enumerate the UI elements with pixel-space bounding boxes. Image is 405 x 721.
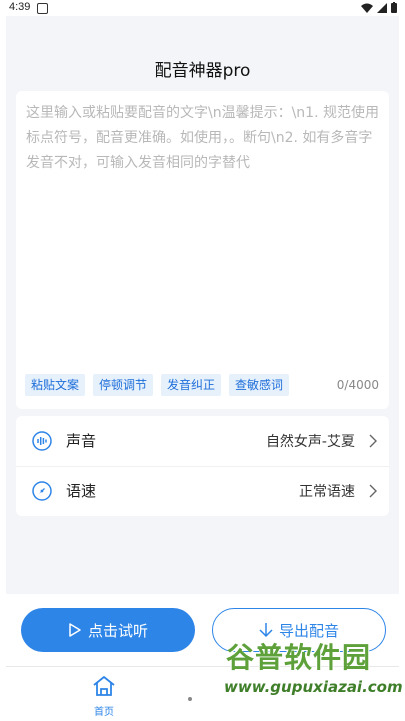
preview-button[interactable]: 点击试听 <box>21 608 195 652</box>
pause-adjust-button[interactable]: 停顿调节 <box>93 374 154 396</box>
status-icons <box>361 2 397 13</box>
chevron-right-icon <box>369 484 377 498</box>
home-icon <box>93 676 115 696</box>
page-indicator-dot <box>188 697 192 701</box>
voice-label: 声音 <box>66 432 97 450</box>
watermark-url: www.gupuxiazai.com <box>224 678 403 696</box>
tab-home-label: 首页 <box>94 707 114 718</box>
title-bar: 配音神器pro <box>6 16 399 90</box>
wifi-icon <box>361 3 373 13</box>
settings-card: 声音 自然女声-艾夏 语速 正常语速 <box>16 416 389 516</box>
status-bar: 4:39 <box>0 0 405 16</box>
text-input[interactable]: 这里输入或粘贴要配音的文字\n温馨提示：\n1. 规范使用标点符号，配音更准确。… <box>26 101 381 176</box>
pronunciation-fix-button[interactable]: 发音纠正 <box>161 374 222 396</box>
paste-text-button[interactable]: 粘贴文案 <box>25 374 86 396</box>
sensitive-word-check-button[interactable]: 查敏感词 <box>229 374 290 396</box>
editor-toolbar: 粘贴文案 停顿调节 发音纠正 查敏感词 <box>25 374 290 396</box>
play-icon <box>69 623 81 637</box>
sound-wave-icon <box>32 431 52 451</box>
notification-icon <box>37 3 48 14</box>
voice-setting-row[interactable]: 声音 自然女声-艾夏 <box>16 416 389 467</box>
preview-button-label: 点击试听 <box>87 621 148 640</box>
speed-setting-row[interactable]: 语速 正常语速 <box>16 466 389 516</box>
tab-home[interactable]: 首页 <box>82 675 126 718</box>
speed-value: 正常语速 <box>299 484 355 500</box>
chevron-right-icon <box>369 434 377 448</box>
speed-label: 语速 <box>66 482 97 500</box>
app-screen: 配音神器pro 这里输入或粘贴要配音的文字\n温馨提示：\n1. 规范使用标点符… <box>6 16 399 721</box>
char-count: 0/4000 <box>336 378 379 392</box>
voice-value: 自然女声-艾夏 <box>265 434 355 450</box>
watermark-text: 谷普软件园 <box>226 641 372 674</box>
signal-icon <box>377 2 387 13</box>
text-editor-card[interactable]: 这里输入或粘贴要配音的文字\n温馨提示：\n1. 规范使用标点符号，配音更准确。… <box>16 91 389 409</box>
page-title: 配音神器pro <box>154 61 251 81</box>
status-time: 4:39 <box>9 1 31 13</box>
speedometer-icon <box>32 481 52 501</box>
battery-icon <box>391 2 397 13</box>
watermark-logo: 谷普软件园 www.gupuxiazai.com <box>218 632 405 720</box>
